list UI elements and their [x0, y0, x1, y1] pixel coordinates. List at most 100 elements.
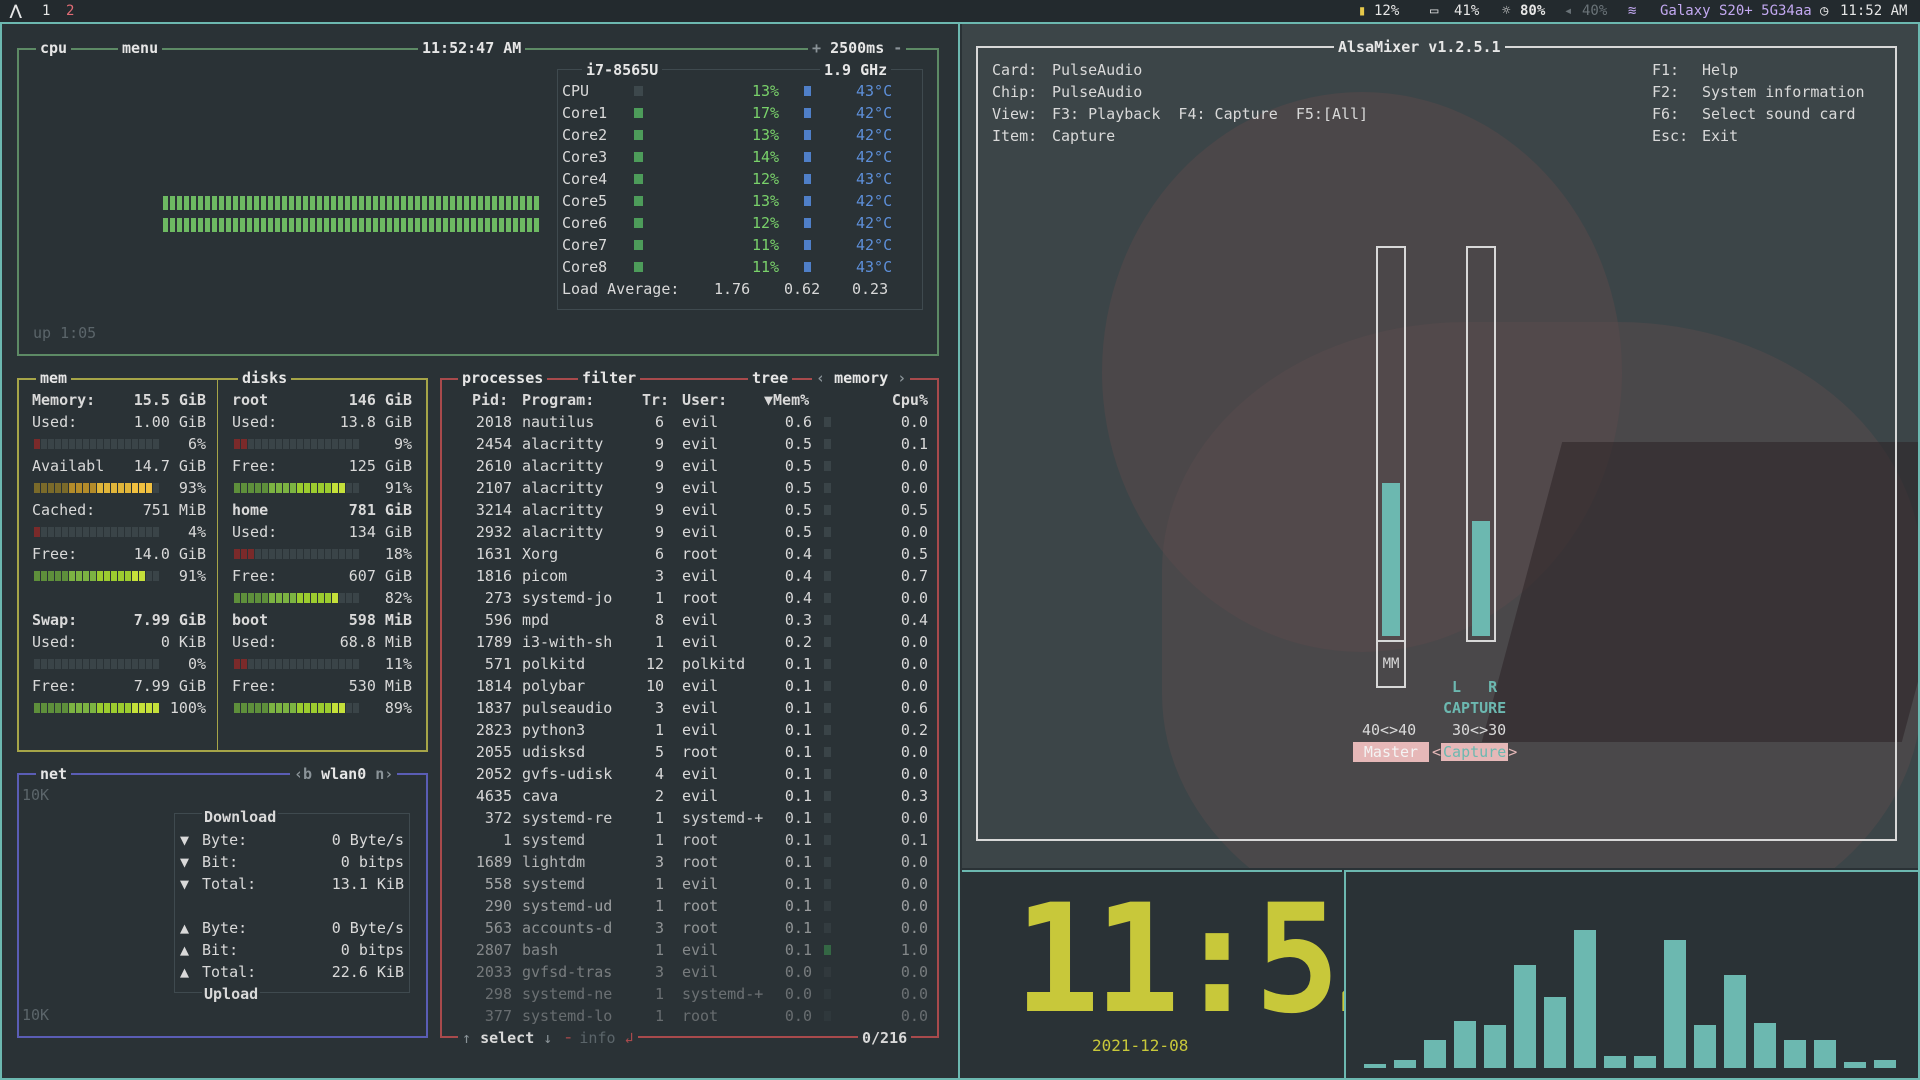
proc-mem: 0.4 — [784, 589, 812, 607]
iface-prev[interactable]: ‹b — [294, 765, 312, 783]
table-row[interactable]: 2033 gvfsd-tras 3 evil 0.0 0.0 — [448, 961, 928, 983]
net-title[interactable]: net — [36, 766, 72, 782]
table-row[interactable]: 290 systemd-ud 1 root 0.1 0.0 — [448, 895, 928, 917]
table-row[interactable]: 2932 alacritty 9 evil 0.5 0.0 — [448, 521, 928, 543]
cpu-graph-cell — [296, 218, 301, 232]
filter-button[interactable]: filter — [578, 370, 641, 386]
sort-selector[interactable]: ‹ memory › — [812, 370, 911, 386]
meter-cell — [255, 549, 261, 559]
table-row[interactable]: 558 systemd 1 evil 0.1 0.0 — [448, 873, 928, 895]
proc-title[interactable]: processes — [458, 370, 548, 386]
core-temp: 43°C — [856, 82, 893, 100]
table-row[interactable]: 2055 udisksd 5 root 0.1 0.0 — [448, 741, 928, 763]
tree-button[interactable]: tree — [748, 370, 793, 386]
workspace-2[interactable]: 2 — [66, 0, 74, 22]
master-label[interactable]: Master — [1353, 742, 1429, 762]
meter-cell — [83, 703, 89, 713]
key-f1[interactable]: F1: — [1652, 59, 1679, 81]
disks-title[interactable]: disks — [238, 370, 292, 386]
table-row[interactable]: 372 systemd-re 1 systemd-+ 0.1 0.0 — [448, 807, 928, 829]
cpu-graph-cell — [289, 196, 294, 210]
proc-pid: 377 — [484, 1007, 512, 1025]
key-f2[interactable]: F2: — [1652, 81, 1679, 103]
table-row[interactable]: 377 systemd-lo 1 root 0.0 0.0 — [448, 1005, 928, 1027]
meter-cell — [90, 659, 96, 669]
master-slider[interactable] — [1376, 246, 1406, 642]
table-row[interactable]: 2807 bash 1 evil 0.1 1.0 — [448, 939, 928, 961]
table-row[interactable]: 1789 i3-with-sh 1 evil 0.2 0.0 — [448, 631, 928, 653]
capture-slider[interactable] — [1466, 246, 1496, 642]
col-cpu[interactable]: Cpu% — [892, 389, 928, 411]
cpu-title[interactable]: cpu — [36, 40, 72, 56]
col-pid[interactable]: Pid: — [472, 389, 508, 411]
proc-program: systemd — [522, 875, 586, 893]
proc-list[interactable]: 2018 nautilus 6 evil 0.6 0.0 2454 alacritty 9 evi… — [448, 411, 928, 1027]
col-threads[interactable]: Tr: — [642, 389, 669, 411]
volume-text[interactable]: 40% — [1582, 0, 1607, 22]
col-user[interactable]: User: — [682, 389, 727, 411]
alsamixer-frame — [976, 46, 1897, 841]
table-row[interactable]: 2454 alacritty 9 evil 0.5 0.1 — [448, 433, 928, 455]
key-f6[interactable]: F6: — [1652, 103, 1679, 125]
workspace-1[interactable]: 1 — [42, 0, 50, 22]
cpu-core-list: CPU 13% 43°C Core1 17% 42°C Core2 13% 42°C Core3 1… — [562, 80, 922, 290]
meter-cell — [346, 549, 352, 559]
table-row[interactable]: 2052 gvfs-udisk 4 evil 0.1 0.0 — [448, 763, 928, 785]
volume-icon[interactable]: ◂ — [1564, 0, 1572, 22]
cpu-graph-cell — [198, 196, 203, 210]
col-mem[interactable]: ▼Mem% — [764, 389, 809, 411]
table-row[interactable]: 4635 cava 2 evil 0.1 0.3 — [448, 785, 928, 807]
table-row[interactable]: 3214 alacritty 9 evil 0.5 0.5 — [448, 499, 928, 521]
table-row[interactable]: 1631 Xorg 6 root 0.4 0.5 — [448, 543, 928, 565]
info-button[interactable]: info — [579, 1029, 615, 1047]
cpu-graph-cell — [443, 218, 448, 232]
proc-threads: 1 — [654, 897, 664, 915]
view-value[interactable]: F3: Playback F4: Capture F5:[All] — [1052, 103, 1368, 125]
capture-label[interactable]: < Capture > — [1432, 742, 1522, 762]
meter-cell — [41, 571, 47, 581]
col-program[interactable]: Program: — [522, 389, 594, 411]
table-row[interactable]: 1837 pulseaudio 3 evil 0.1 0.6 — [448, 697, 928, 719]
iface-selector[interactable]: ‹b wlan0 n› — [290, 765, 398, 783]
proc-cpu-graph — [824, 681, 874, 691]
table-row[interactable]: 2823 python3 1 evil 0.1 0.2 — [448, 719, 928, 741]
meter-cell — [346, 439, 352, 449]
table-row[interactable]: 571 polkitd 12 polkitd 0.1 0.0 — [448, 653, 928, 675]
cpu-core-row: Core3 14% 42°C — [562, 146, 922, 168]
table-row[interactable]: 298 systemd-ne 1 systemd-+ 0.0 0.0 — [448, 983, 928, 1005]
iface-next[interactable]: n› — [375, 765, 393, 783]
select-button[interactable]: select — [480, 1029, 534, 1047]
table-row[interactable]: 2018 nautilus 6 evil 0.6 0.0 — [448, 411, 928, 433]
table-row[interactable]: 563 accounts-d 3 root 0.1 0.0 — [448, 917, 928, 939]
table-row[interactable]: 1 systemd 1 root 0.1 0.1 — [448, 829, 928, 851]
network-name[interactable]: Galaxy S20+ 5G34aa — [1660, 0, 1812, 22]
proc-cpu: 0.5 — [900, 501, 928, 519]
meter-cell — [283, 703, 289, 713]
proc-cpu: 0.0 — [900, 633, 928, 651]
key-esc[interactable]: Esc: — [1652, 125, 1688, 147]
table-row[interactable]: 2610 alacritty 9 evil 0.5 0.0 — [448, 455, 928, 477]
proc-threads: 3 — [654, 919, 664, 937]
meter-cell — [125, 527, 131, 537]
menu-button[interactable]: menu — [118, 40, 163, 56]
table-row[interactable]: 273 systemd-jo 1 root 0.4 0.0 — [448, 587, 928, 609]
table-row[interactable]: 1816 picom 3 evil 0.4 0.7 — [448, 565, 928, 587]
master-mute-box[interactable]: MM — [1376, 640, 1406, 688]
meter-cell — [297, 703, 303, 713]
cpu-graph-cell — [177, 196, 182, 210]
interval-control[interactable]: + 2500ms - — [808, 40, 907, 56]
table-row[interactable]: 596 mpd 8 evil 0.3 0.4 — [448, 609, 928, 631]
table-row[interactable]: 2107 alacritty 9 evil 0.5 0.0 — [448, 477, 928, 499]
mem-title[interactable]: mem — [36, 370, 72, 386]
disk-home-free: 607 GiB — [348, 567, 412, 585]
proc-pid: 3214 — [475, 501, 512, 519]
proc-cpu-graph — [824, 945, 874, 955]
cpu-graph-cell — [163, 218, 168, 232]
table-row[interactable]: 1689 lightdm 3 root 0.1 0.0 — [448, 851, 928, 873]
proc-threads: 9 — [654, 435, 664, 453]
meter-cell — [139, 571, 145, 581]
proc-graph-cell — [824, 637, 831, 647]
arch-logo-icon[interactable]: ⋀ — [10, 0, 21, 22]
disk-boot-free: 530 MiB — [348, 677, 412, 695]
table-row[interactable]: 1814 polybar 10 evil 0.1 0.0 — [448, 675, 928, 697]
